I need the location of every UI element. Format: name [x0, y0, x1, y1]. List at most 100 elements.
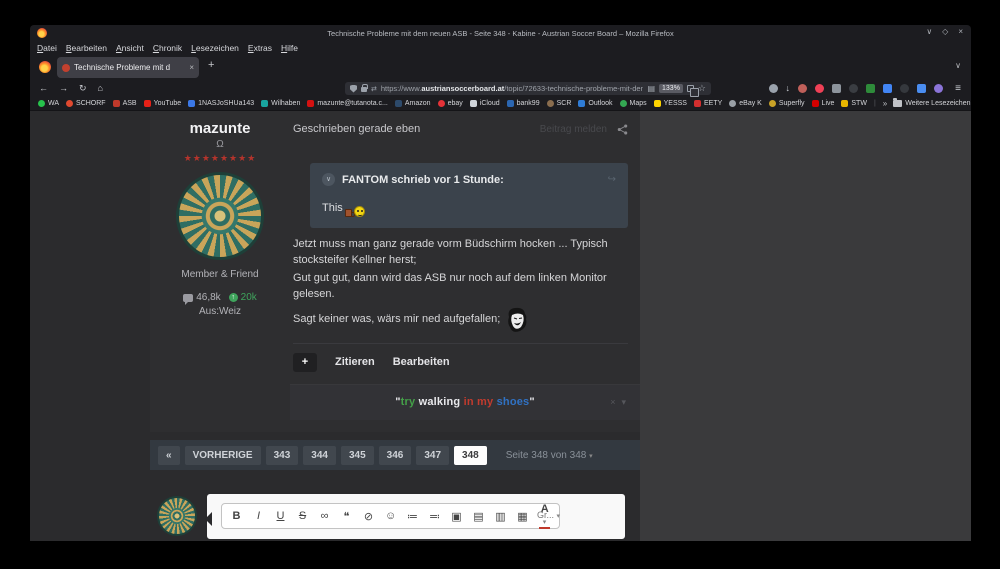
download-icon[interactable]: ↓ — [786, 84, 791, 93]
multiquote-button[interactable]: + — [293, 352, 317, 372]
previous-page-button[interactable]: VORHERIGE — [184, 445, 261, 465]
numbered-list-icon[interactable]: ≕ — [429, 510, 440, 523]
post-timestamp[interactable]: Geschrieben gerade eben — [293, 123, 420, 135]
preview-icon[interactable]: ▣ — [451, 510, 462, 523]
quote-button[interactable]: Zitieren — [335, 356, 375, 368]
adguard-extension-icon[interactable] — [866, 84, 875, 93]
menu-lesezeichen[interactable]: Lesezeichen — [191, 43, 239, 53]
signature-hide-icon[interactable]: × — [610, 397, 615, 408]
signature-dropdown-icon[interactable]: ▾ — [621, 397, 626, 408]
strikethrough-icon[interactable]: S — [297, 510, 308, 522]
quote-author-line[interactable]: FANTOM schrieb vor 1 Stunde: — [342, 174, 504, 186]
bookmark-wa[interactable]: WA — [38, 100, 59, 107]
page-button-348-active[interactable]: 348 — [454, 445, 487, 465]
close-button[interactable]: × — [958, 27, 963, 36]
menu-datei[interactable]: Datei — [37, 43, 57, 53]
link-icon[interactable]: ∞ — [319, 510, 330, 522]
page-button-345[interactable]: 345 — [340, 445, 374, 465]
lock-icon[interactable] — [361, 84, 368, 92]
bookmark-tutanota[interactable]: mazunte@tutanota.c... — [307, 100, 388, 107]
circle-extension-icon[interactable] — [798, 84, 807, 93]
italic-icon[interactable]: I — [253, 510, 264, 522]
underline-icon[interactable]: U — [275, 510, 286, 522]
menu-chronik[interactable]: Chronik — [153, 43, 182, 53]
active-tab[interactable]: Technische Probleme mit d × — [57, 57, 199, 78]
bullet-list-icon[interactable]: ≔ — [407, 510, 418, 523]
title-bar[interactable]: Technische Probleme mit dem neuen ASB - … — [30, 25, 971, 41]
tab-close-icon[interactable]: × — [189, 63, 194, 72]
maximize-button[interactable]: ◇ — [942, 27, 948, 36]
translate-icon[interactable] — [686, 85, 699, 97]
bookmark-icloud[interactable]: iCloud — [469, 100, 500, 107]
shield-extension-icon[interactable] — [768, 84, 778, 93]
first-page-button[interactable]: « — [158, 445, 180, 465]
url-bar[interactable]: ⇄ https://www.austriansoccerboard.at/top… — [345, 82, 711, 97]
edit-button[interactable]: Bearbeiten — [393, 356, 450, 368]
tab-overflow-icon[interactable]: ∨ — [955, 61, 961, 70]
font-size-dropdown[interactable]: Gr... ▾ — [537, 510, 560, 520]
page-button-343[interactable]: 343 — [265, 445, 299, 465]
bookmark-nas[interactable]: 1NASJoSHUa143 — [188, 100, 254, 107]
author-username[interactable]: mazunte — [150, 120, 290, 137]
quote-reply-icon[interactable]: ↪ — [608, 174, 616, 185]
align-center-icon[interactable]: ▥ — [495, 510, 506, 523]
bookmark-wilhaben[interactable]: Wilhaben — [261, 100, 300, 107]
align-right-icon[interactable]: ▦ — [517, 510, 528, 523]
bookmark-live[interactable]: Live — [811, 100, 834, 107]
hamburger-menu-icon[interactable]: ≡ — [955, 83, 961, 94]
remove-format-icon[interactable]: ⊘ — [363, 510, 374, 523]
menu-hilfe[interactable]: Hilfe — [281, 43, 298, 53]
translate-extension-icon[interactable] — [883, 84, 892, 93]
reload-button[interactable]: ↻ — [79, 83, 87, 94]
bookmark-scr[interactable]: SCR — [546, 100, 571, 107]
bookmark-amazon[interactable]: Amazon — [394, 100, 431, 107]
bookmark-outlook[interactable]: Outlook — [578, 100, 613, 107]
bookmark-stw[interactable]: STW — [841, 100, 867, 107]
page-scrollbar[interactable] — [964, 197, 971, 541]
menu-extras[interactable]: Extras — [248, 43, 272, 53]
page-button-344[interactable]: 344 — [303, 445, 336, 465]
dark2-extension-icon[interactable] — [900, 84, 909, 93]
camera-extension-icon[interactable] — [832, 84, 841, 93]
back-button[interactable]: ← — [39, 83, 48, 94]
dark-extension-icon[interactable] — [849, 84, 858, 93]
bookmark-ebay[interactable]: ebay — [437, 100, 463, 107]
more-bookmarks-folder[interactable]: Weitere Lesezeichen — [893, 98, 970, 107]
author-avatar[interactable] — [176, 172, 264, 260]
firefox-view-icon[interactable] — [39, 61, 51, 73]
bookmark-bank99[interactable]: bank99 — [506, 100, 540, 107]
pocket-extension-icon[interactable] — [815, 84, 824, 93]
menu-ansicht[interactable]: Ansicht — [116, 43, 144, 53]
bookmark-maps[interactable]: Maps — [619, 100, 647, 107]
bookmark-superfly[interactable]: Superfly — [768, 100, 805, 107]
bookmark-eety[interactable]: EETY — [693, 100, 722, 107]
page-info-dropdown[interactable]: Seite 348 von 348 ▾ — [506, 450, 593, 461]
bookmarks-overflow-icon[interactable]: » — [883, 99, 887, 108]
page-button-347[interactable]: 347 — [416, 445, 450, 465]
tracking-shield-icon[interactable] — [350, 84, 357, 93]
bold-icon[interactable]: B — [231, 510, 242, 522]
quote-collapse-icon[interactable]: ∨ — [322, 173, 335, 186]
forward-button[interactable]: → — [59, 83, 68, 94]
new-tab-button[interactable]: + — [208, 59, 214, 71]
container-icon[interactable]: ⇄ — [371, 85, 377, 93]
align-left-icon[interactable]: ▤ — [473, 510, 484, 523]
zoom-level-badge[interactable]: 133% — [659, 84, 683, 93]
share-icon[interactable] — [617, 123, 628, 135]
bookmark-ebayk[interactable]: eBay K — [729, 100, 762, 107]
bookmark-star-icon[interactable]: ☆ — [698, 83, 706, 94]
reply-editor[interactable]: B I U S ∞ ❝ ⊘ ☺ ≔ ≕ ▣ ▤ ▥ ▦ A ▾ Gr... ▾ — [205, 492, 627, 541]
bookmark-youtube[interactable]: YouTube — [143, 100, 181, 107]
blockquote-icon[interactable]: ❝ — [341, 510, 352, 523]
report-post-link[interactable]: Beitrag melden — [540, 124, 607, 135]
blue-extension-icon[interactable] — [917, 84, 926, 93]
bookmark-yesss[interactable]: YESSS — [653, 100, 687, 107]
bookmark-schorf[interactable]: SCHORF — [66, 100, 106, 107]
purple-extension-icon[interactable] — [934, 84, 943, 93]
bookmark-asb[interactable]: ASB — [112, 100, 137, 107]
url-text[interactable]: https://www.austriansoccerboard.at/topic… — [381, 84, 644, 93]
emoji-icon[interactable]: ☺ — [385, 510, 396, 522]
minimize-button[interactable]: ∨ — [926, 27, 932, 36]
menu-bearbeiten[interactable]: Bearbeiten — [66, 43, 107, 53]
page-button-346[interactable]: 346 — [378, 445, 412, 465]
